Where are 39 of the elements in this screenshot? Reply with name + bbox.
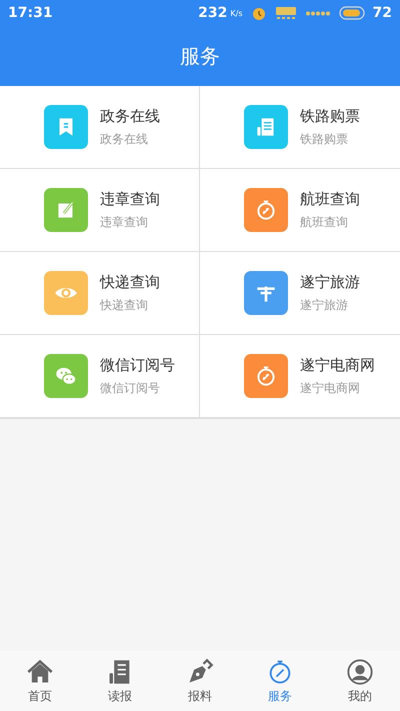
signal-icon (304, 10, 331, 16)
service-subtitle: 遂宁旅游 (300, 296, 349, 314)
service-title: 违章查询 (100, 190, 160, 208)
service-title: 遂宁旅游 (300, 272, 360, 292)
service-title: 快递查询 (100, 272, 160, 292)
service-tile[interactable]: 微信订阅号 微信订阅号 (0, 335, 200, 418)
alarm-icon (250, 5, 267, 21)
service-subtitle: 铁路购票 (300, 130, 349, 148)
tab-bar-item[interactable]: 报料 (160, 651, 240, 711)
service-title: 政务在线 (100, 106, 160, 126)
status-time: 17:31 (8, 5, 53, 21)
service-tile[interactable]: 铁路购票 铁路购票 (200, 86, 400, 169)
tab-bar-item[interactable]: 首页 (0, 651, 80, 711)
battery-level: 72 (372, 5, 392, 21)
service-tile[interactable]: 遂宁电商网 遂宁电商网 (200, 335, 400, 418)
home-icon (26, 658, 54, 686)
service-title: 微信订阅号 (100, 356, 175, 374)
service-title: 铁路购票 (300, 106, 360, 126)
service-subtitle: 航班查询 (300, 214, 349, 230)
page-title: 服务 (180, 42, 220, 70)
tab-bar-item[interactable]: 我的 (320, 651, 400, 711)
battery-icon (338, 6, 365, 20)
user-icon (346, 658, 374, 686)
tab-bar-item[interactable]: 读报 (80, 651, 160, 711)
service-tile[interactable]: 政务在线 政务在线 (0, 86, 200, 169)
service-tile[interactable]: 遂宁旅游 遂宁旅游 (200, 252, 400, 335)
service-subtitle: 快递查询 (100, 296, 149, 314)
network-speed: 232 (198, 5, 228, 21)
service-title: 航班查询 (300, 190, 360, 208)
speed-unit: K/s (230, 8, 243, 18)
service-tile[interactable]: 航班查询 航班查询 (200, 169, 400, 252)
service-title: 遂宁电商网 (300, 356, 375, 374)
service-subtitle: 政务在线 (100, 130, 149, 148)
service-subtitle: 违章查询 (100, 214, 149, 230)
service-tile[interactable]: 快递查询 快递查询 (0, 252, 200, 335)
wifi-icon (274, 5, 297, 21)
service-subtitle: 微信订阅号 (100, 380, 161, 396)
service-tile[interactable]: 违章查询 违章查询 (0, 169, 200, 252)
service-subtitle: 遂宁电商网 (300, 380, 361, 396)
